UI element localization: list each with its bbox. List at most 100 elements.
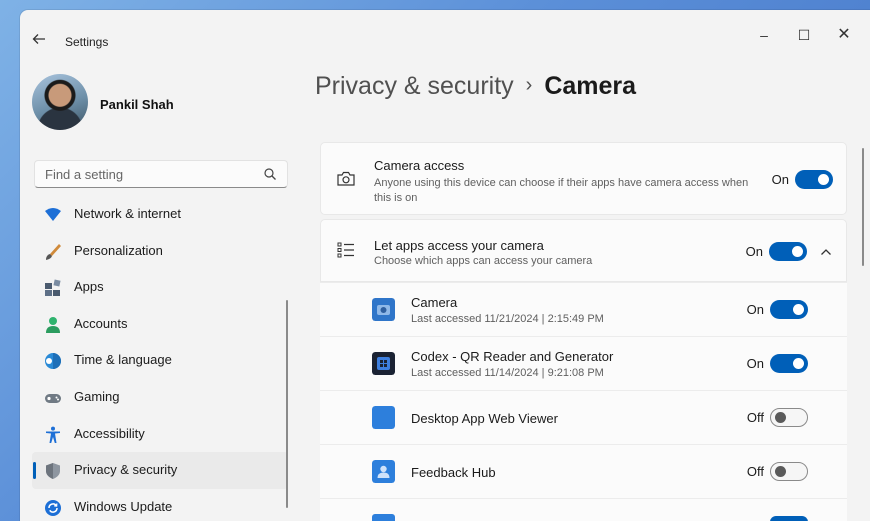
app-row-partial xyxy=(320,498,847,521)
app-toggle[interactable] xyxy=(770,462,808,481)
app-toggle-group: Off xyxy=(728,408,808,427)
sidebar-item-accessibility[interactable]: Accessibility xyxy=(32,416,288,453)
sidebar-item-accounts[interactable]: Accounts xyxy=(32,306,288,343)
partial-toggle[interactable] xyxy=(770,516,808,521)
sidebar-item-label: Time & language xyxy=(74,352,172,368)
accessibility-icon xyxy=(46,426,60,443)
partial-app-icon xyxy=(372,514,395,521)
sidebar-item-gaming[interactable]: Gaming xyxy=(32,379,288,416)
wifi-icon xyxy=(45,208,61,221)
sidebar-item-label: Network & internet xyxy=(74,206,181,221)
shield-icon xyxy=(46,463,60,480)
camera-access-toggle[interactable] xyxy=(795,170,833,189)
apps-icon xyxy=(45,279,61,297)
sidebar-item-apps[interactable]: Apps xyxy=(32,269,288,306)
sidebar-item-label: Personalization xyxy=(74,242,163,258)
app-state: On xyxy=(746,302,764,317)
toggle-knob xyxy=(793,304,804,315)
sidebar-item-network[interactable]: Network & internet xyxy=(32,196,288,233)
user-profile[interactable]: Pankil Shah xyxy=(32,74,292,134)
search-icon xyxy=(264,168,276,180)
close-button[interactable]: ✕ xyxy=(824,24,864,46)
camera-access-toggle-group: On xyxy=(753,170,833,189)
app-name: Desktop App Web Viewer xyxy=(411,411,558,426)
sidebar-item-label: Accounts xyxy=(74,315,128,331)
apps-access-title: Let apps access your camera xyxy=(374,238,544,253)
camera-access-title: Camera access xyxy=(374,158,465,173)
camera-app-icon xyxy=(372,298,395,321)
web-viewer-app-icon xyxy=(372,406,395,429)
profile-name: Pankil Shah xyxy=(100,97,174,112)
search-placeholder: Find a setting xyxy=(45,167,124,182)
sidebar-scrollbar[interactable] xyxy=(286,300,288,508)
sidebar-item-time-language[interactable]: Time & language xyxy=(32,342,288,379)
sidebar-item-label: Privacy & security xyxy=(74,462,178,478)
globe-clock-icon xyxy=(45,353,61,370)
app-row-codex: Codex - QR Reader and Generator Last acc… xyxy=(320,336,847,390)
app-toggle-group: On xyxy=(728,354,808,373)
app-toggle-group: Off xyxy=(728,462,808,481)
app-toggle[interactable] xyxy=(770,354,808,373)
app-name: Feedback Hub xyxy=(411,465,496,480)
sidebar-item-privacy-security[interactable]: Privacy & security xyxy=(32,452,288,489)
sidebar-item-label: Apps xyxy=(74,279,104,295)
maximize-button[interactable]: ☐ xyxy=(784,24,824,46)
search-input[interactable]: Find a setting xyxy=(34,160,288,188)
app-row-desktop-web-viewer: Desktop App Web Viewer Off xyxy=(320,390,847,444)
apps-access-toggle[interactable] xyxy=(769,242,807,261)
breadcrumb-separator: › xyxy=(525,74,533,96)
sidebar-nav: Network & internet Personalization Apps … xyxy=(32,196,288,521)
person-icon xyxy=(46,316,60,333)
app-last-accessed: Last accessed 11/21/2024 | 2:15:49 PM xyxy=(411,313,604,325)
breadcrumb-parent[interactable]: Privacy & security xyxy=(315,72,514,100)
app-row-feedback-hub: Feedback Hub Off xyxy=(320,444,847,498)
app-name: Camera xyxy=(411,295,458,310)
main-scrollbar[interactable] xyxy=(862,148,864,266)
apps-access-card[interactable]: Let apps access your camera Choose which… xyxy=(320,219,847,282)
sidebar-item-label: Windows Update xyxy=(74,498,173,514)
toggle-knob xyxy=(792,246,803,257)
toggle-knob xyxy=(818,174,829,185)
toggle-knob xyxy=(775,412,786,423)
avatar xyxy=(32,74,88,130)
update-icon xyxy=(45,499,61,516)
brush-icon xyxy=(46,243,61,260)
minimize-button[interactable]: – xyxy=(744,24,784,46)
app-state: On xyxy=(746,356,764,371)
sidebar-item-label: Accessibility xyxy=(74,425,145,441)
back-button[interactable] xyxy=(32,32,50,50)
app-state: Off xyxy=(746,464,764,479)
settings-window: Settings – ☐ ✕ Pankil Shah Find a settin… xyxy=(20,10,870,521)
app-row-camera: Camera Last accessed 11/21/2024 | 2:15:4… xyxy=(320,282,847,336)
back-arrow-icon xyxy=(32,34,45,44)
toggle-knob xyxy=(775,466,786,477)
camera-access-state: On xyxy=(771,172,789,187)
app-state: Off xyxy=(746,410,764,425)
app-toggle[interactable] xyxy=(770,300,808,319)
qr-app-icon xyxy=(372,352,395,375)
sidebar-item-personalization[interactable]: Personalization xyxy=(32,233,288,270)
chevron-up-icon[interactable] xyxy=(820,247,832,257)
gamepad-icon xyxy=(45,393,61,403)
feedback-hub-app-icon xyxy=(372,460,395,483)
toggle-knob xyxy=(793,358,804,369)
sidebar-item-label: Gaming xyxy=(74,388,120,404)
app-name: Codex - QR Reader and Generator xyxy=(411,349,614,364)
apps-access-toggle-group: On xyxy=(727,242,807,261)
list-icon xyxy=(337,242,354,258)
camera-icon xyxy=(337,171,355,186)
camera-access-card: Camera access Anyone using this device c… xyxy=(320,142,847,215)
title-bar: Settings – ☐ ✕ xyxy=(20,10,870,52)
sidebar-item-windows-update[interactable]: Windows Update xyxy=(32,489,288,521)
app-last-accessed: Last accessed 11/14/2024 | 9:21:08 PM xyxy=(411,367,604,379)
app-toggle-group: On xyxy=(728,300,808,319)
breadcrumb: Privacy & security › Camera xyxy=(315,72,636,101)
app-toggle[interactable] xyxy=(770,408,808,427)
camera-access-description: Anyone using this device can choose if t… xyxy=(374,177,749,204)
apps-access-state: On xyxy=(745,244,763,259)
page-title: Camera xyxy=(544,72,637,100)
app-title: Settings xyxy=(65,35,109,49)
apps-access-description: Choose which apps can access your camera xyxy=(374,255,593,267)
sidebar: Pankil Shah Find a setting Network & int… xyxy=(20,60,305,521)
selection-indicator xyxy=(33,462,36,480)
